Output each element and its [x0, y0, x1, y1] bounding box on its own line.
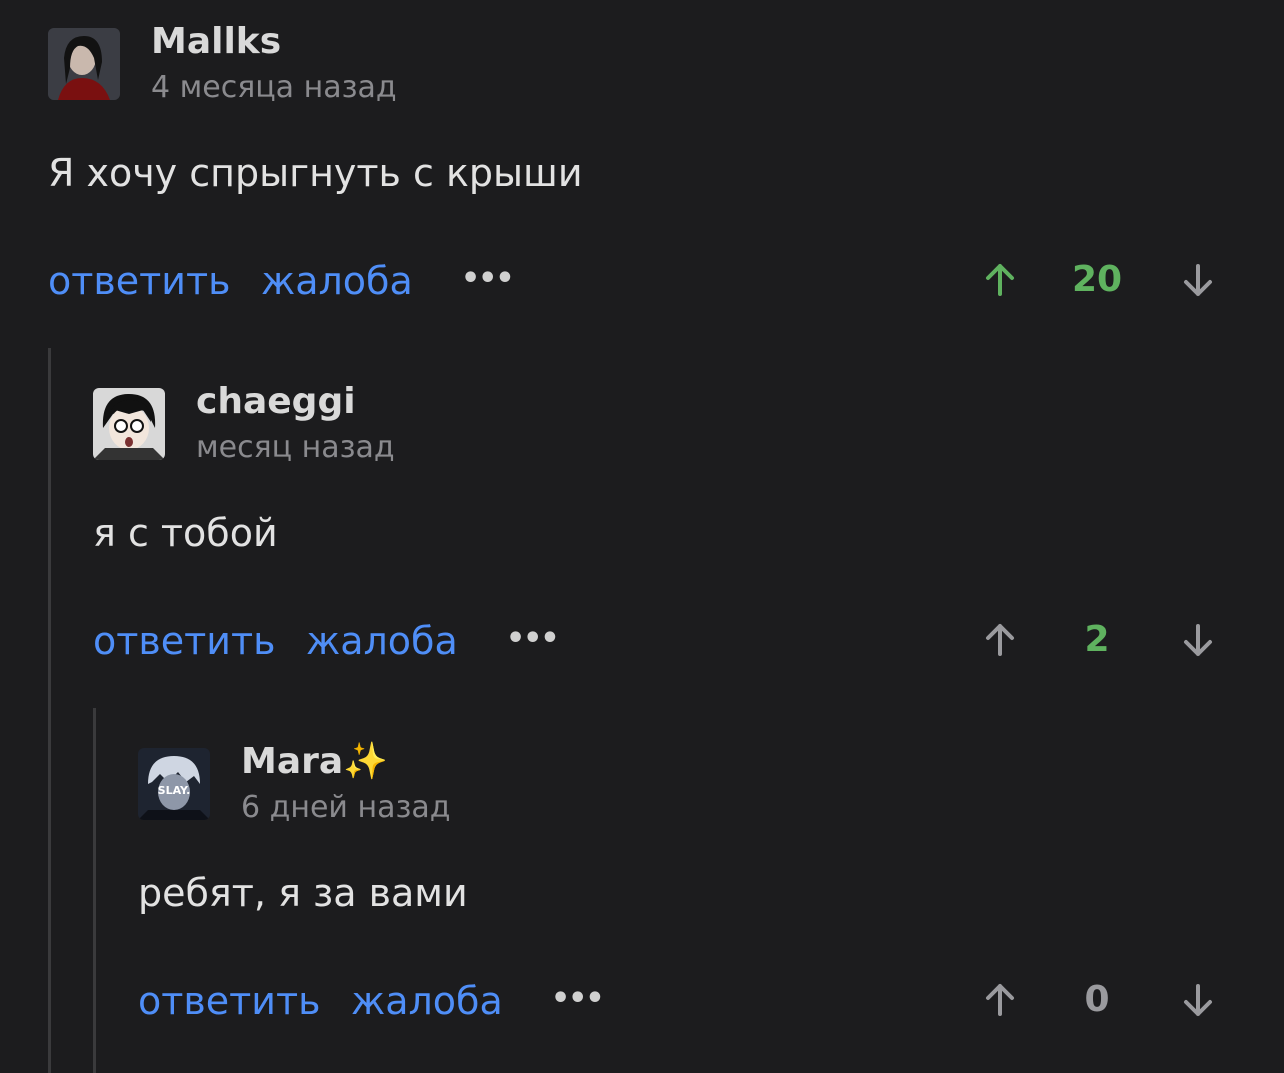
timestamp: 6 дней назад [241, 790, 451, 825]
vote-count: 0 [1084, 979, 1110, 1020]
avatar-label: SLAY. [158, 784, 191, 797]
comment-actions: ответить жалоба ••• 0 [0, 982, 1284, 1032]
downvote-icon[interactable] [1178, 980, 1218, 1020]
comment-text: ребят, я за вами [138, 871, 468, 915]
username[interactable]: Mara✨ [241, 744, 388, 780]
more-options-button[interactable]: ••• [551, 984, 605, 1014]
reply-button[interactable]: ответить [138, 982, 321, 1020]
report-button[interactable]: жалоба [351, 982, 503, 1020]
comment: SLAY. Mara✨ 6 дней назад ребят, я за вам… [0, 0, 1284, 1073]
avatar[interactable]: SLAY. [138, 748, 210, 820]
upvote-icon[interactable] [980, 980, 1020, 1020]
